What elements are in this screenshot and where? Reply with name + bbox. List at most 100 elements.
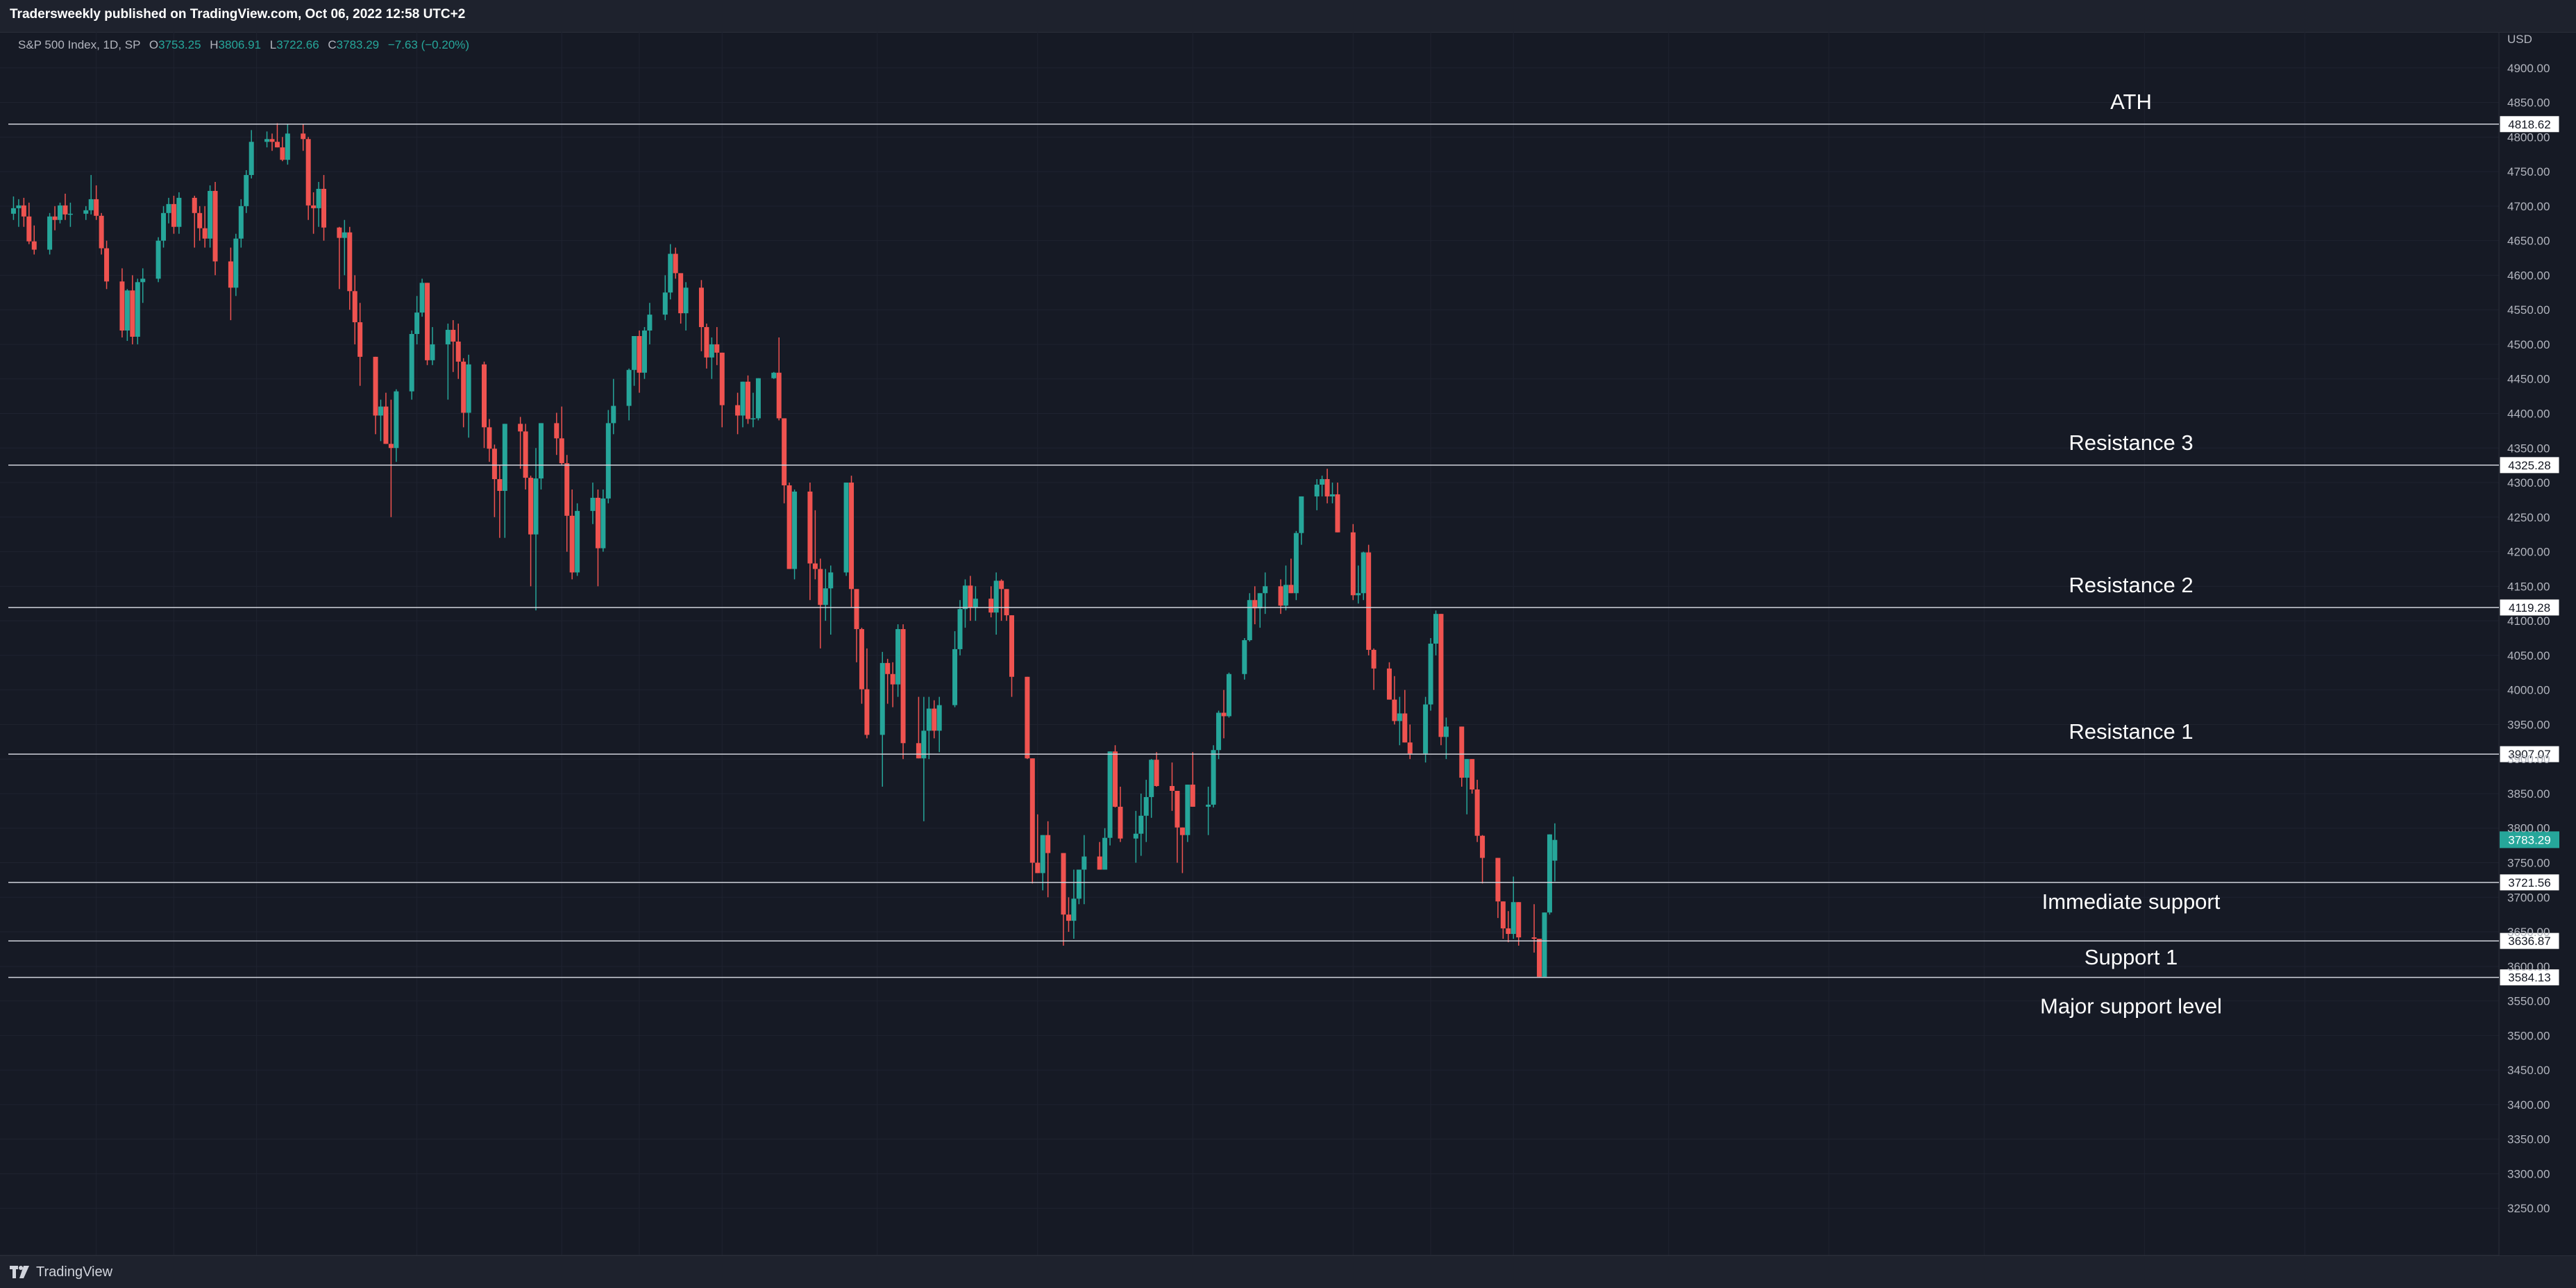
candle-body bbox=[554, 423, 559, 439]
candle bbox=[244, 170, 249, 213]
candle bbox=[502, 424, 507, 538]
candle-body bbox=[1071, 898, 1077, 921]
price-tick-label: 4350.00 bbox=[2507, 442, 2550, 455]
candle-body bbox=[1175, 790, 1180, 828]
candle-body bbox=[1257, 593, 1263, 609]
price-tick-label: 3300.00 bbox=[2507, 1167, 2550, 1180]
candle bbox=[1510, 876, 1516, 939]
candle bbox=[786, 483, 792, 569]
candle-body bbox=[641, 331, 647, 373]
candle-body bbox=[88, 199, 94, 210]
candle-body bbox=[564, 463, 570, 516]
candle-body bbox=[1179, 827, 1185, 835]
price-tick-label: 3450.00 bbox=[2507, 1064, 2550, 1077]
candle-body bbox=[269, 139, 275, 142]
price-tick-label: 4000.00 bbox=[2507, 684, 2550, 697]
candle bbox=[678, 273, 684, 324]
candle-body bbox=[425, 283, 430, 360]
candle-body bbox=[823, 588, 828, 605]
low-value: 3722.66 bbox=[276, 38, 319, 51]
candle bbox=[709, 337, 714, 379]
candle-body bbox=[879, 662, 885, 735]
candle-body bbox=[1293, 533, 1299, 594]
candle bbox=[782, 418, 787, 503]
price-chart[interactable]: 4818.62 ATH 4325.28 Resistance 3 4119.28 Resi… bbox=[0, 0, 2576, 1287]
candle-body bbox=[1480, 835, 1485, 858]
candle-body bbox=[21, 205, 26, 217]
candle bbox=[455, 324, 461, 379]
candle bbox=[885, 658, 891, 704]
candle bbox=[1506, 911, 1511, 942]
level-line-group[interactable]: 3721.56 Immediate support bbox=[8, 873, 2560, 914]
price-tick-label: 4100.00 bbox=[2507, 614, 2550, 628]
candle-body bbox=[1226, 674, 1231, 717]
open-label: O bbox=[149, 38, 158, 51]
candle bbox=[155, 237, 161, 283]
candle-body bbox=[1113, 751, 1118, 807]
candle-body bbox=[212, 190, 218, 262]
candle-body bbox=[590, 497, 596, 511]
level-line-group[interactable]: 3584.13Major support level bbox=[8, 969, 2560, 1019]
candle-body bbox=[709, 344, 714, 358]
candle-body bbox=[1185, 785, 1190, 835]
candle-body bbox=[1356, 593, 1361, 596]
candle-body bbox=[1107, 751, 1113, 838]
candle-body bbox=[1314, 485, 1320, 496]
level-line-group[interactable]: 4818.62 ATH bbox=[8, 90, 2560, 133]
price-tick-label: 3950.00 bbox=[2507, 718, 2550, 731]
candle-body bbox=[782, 418, 787, 486]
candle-body bbox=[482, 364, 487, 428]
candle-body bbox=[1025, 676, 1030, 759]
candle bbox=[321, 175, 327, 241]
candle bbox=[1076, 869, 1081, 905]
candle-body bbox=[719, 352, 725, 405]
candle-body bbox=[383, 406, 389, 444]
candle-body bbox=[1221, 712, 1227, 717]
candle bbox=[301, 124, 306, 151]
candle-body bbox=[528, 478, 534, 535]
candle bbox=[1392, 676, 1397, 725]
candle-body bbox=[698, 287, 704, 328]
price-axis[interactable]: USD 3250.00 3300.00 3350.00 3400.00 3450.00 35… bbox=[2507, 33, 2550, 1215]
candle-body bbox=[1154, 760, 1159, 787]
candle-body bbox=[1386, 668, 1392, 700]
level-line-group[interactable]: 3636.87Support 1 bbox=[8, 932, 2560, 969]
candle-body bbox=[176, 197, 182, 227]
level-line-group[interactable]: 3907.07Resistance 1 bbox=[8, 719, 2560, 763]
price-tick-label: 3250.00 bbox=[2507, 1202, 2550, 1215]
candle-body bbox=[1029, 758, 1035, 863]
candle bbox=[1035, 814, 1041, 873]
candle bbox=[1149, 759, 1154, 818]
candle bbox=[119, 268, 125, 337]
high-value: 3806.91 bbox=[219, 38, 261, 51]
candle bbox=[176, 192, 182, 234]
candle-body bbox=[192, 197, 197, 213]
candle-body bbox=[926, 708, 932, 731]
candle-body bbox=[1402, 713, 1408, 743]
candle bbox=[843, 483, 849, 576]
candle-body bbox=[600, 498, 606, 549]
candle-body bbox=[58, 205, 63, 220]
candle bbox=[698, 280, 704, 351]
price-tick-label: 3650.00 bbox=[2507, 926, 2550, 939]
candle-body bbox=[430, 344, 435, 360]
candle-body bbox=[1118, 806, 1123, 839]
candle-body bbox=[735, 405, 741, 416]
candle-body bbox=[26, 216, 32, 242]
candle-body bbox=[957, 609, 963, 649]
price-axis-title: USD bbox=[2507, 33, 2532, 46]
candle-body bbox=[569, 515, 575, 573]
tradingview-logo[interactable]: TradingView bbox=[10, 1263, 112, 1281]
candle bbox=[714, 327, 720, 365]
candle bbox=[1009, 615, 1015, 697]
candle-body bbox=[1510, 902, 1516, 935]
candle-body bbox=[1278, 586, 1283, 606]
candle bbox=[916, 696, 921, 759]
candle bbox=[1324, 469, 1330, 503]
candle bbox=[1102, 828, 1108, 870]
price-tick-label: 3750.00 bbox=[2507, 857, 2550, 870]
candle-body bbox=[1495, 858, 1501, 902]
horizontal-levels[interactable]: 4818.62 ATH 4325.28 Resistance 3 4119.28 Resi… bbox=[8, 90, 2560, 1019]
candle-body bbox=[31, 241, 37, 250]
candle-body bbox=[662, 292, 668, 315]
